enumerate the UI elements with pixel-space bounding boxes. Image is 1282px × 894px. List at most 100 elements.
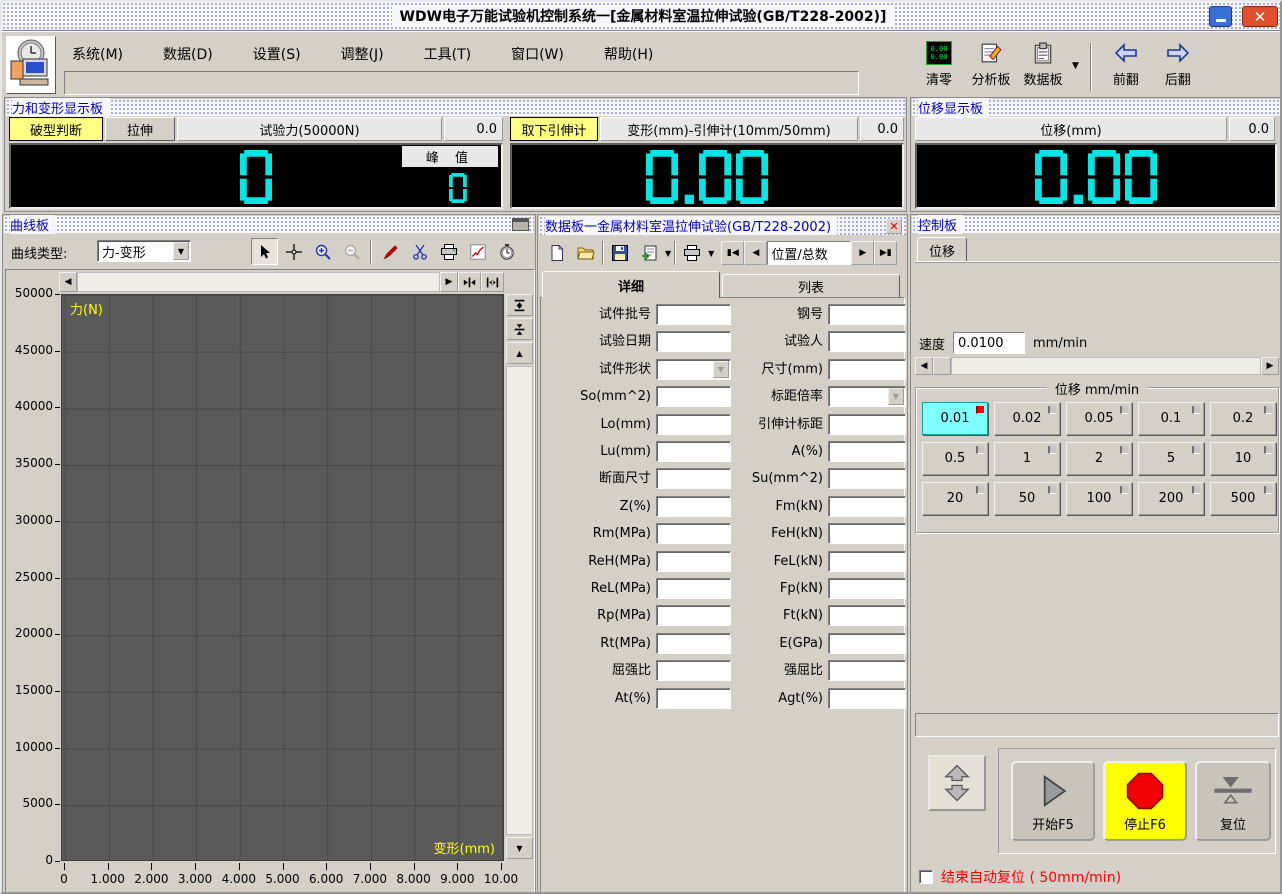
slider-thumb[interactable] — [933, 357, 951, 375]
title-bar[interactable]: WDW电子万能试验机控制系统一[金属材料室温拉伸试验(GB/T228-2002)… — [2, 2, 1282, 31]
form-input[interactable] — [828, 414, 906, 435]
form-input[interactable] — [828, 633, 906, 654]
peak-value-button[interactable]: 峰 值 — [401, 145, 499, 168]
speed-button-1[interactable]: 1 — [994, 442, 1060, 475]
cut-tool-button[interactable] — [406, 238, 433, 265]
data-board-button[interactable]: 数据板 — [1017, 39, 1069, 88]
fit-horizontal-compress-button[interactable] — [458, 272, 481, 292]
form-input[interactable] — [656, 605, 731, 626]
boards-dropdown-arrow-icon[interactable]: ▼ — [1069, 61, 1082, 71]
speed-button-0.1[interactable]: 0.1 — [1138, 402, 1204, 435]
menu-item[interactable]: 数据(D) — [163, 44, 213, 64]
slider-left-arrow-icon[interactable]: ◀ — [915, 357, 933, 375]
form-input[interactable] — [828, 496, 906, 517]
menu-item[interactable]: 系统(M) — [72, 44, 123, 64]
stop-button[interactable]: 停止F6 — [1103, 761, 1187, 841]
scroll-down-icon[interactable]: ▼ — [506, 837, 533, 859]
slider-track[interactable] — [951, 357, 1261, 375]
form-input[interactable] — [656, 688, 731, 709]
speed-button-50[interactable]: 50 — [994, 482, 1060, 515]
menu-item[interactable]: 调整(J) — [341, 44, 384, 64]
form-input[interactable] — [656, 441, 731, 462]
prev-record-button[interactable]: ◀ — [744, 241, 767, 265]
clear-zero-button[interactable]: 0.000.00 清零 — [913, 39, 965, 88]
form-input[interactable] — [656, 386, 731, 407]
zoom-out-button[interactable] — [338, 238, 365, 265]
first-record-button[interactable]: ▮◀ — [721, 241, 744, 265]
speed-button-0.05[interactable]: 0.05 — [1066, 402, 1132, 435]
zoom-in-button[interactable] — [309, 238, 336, 265]
tension-button[interactable]: 拉伸 — [105, 117, 175, 141]
start-button[interactable]: 开始F5 — [1011, 761, 1095, 841]
tab-displacement[interactable]: 位移 — [917, 237, 967, 262]
chart-plot[interactable]: 力(N) 变形(mm) — [61, 294, 504, 861]
timer-button[interactable] — [493, 238, 520, 265]
speed-button-10[interactable]: 10 — [1210, 442, 1276, 475]
remove-extensometer-button[interactable]: 取下引伸计 — [510, 117, 598, 141]
minimize-button[interactable] — [1209, 6, 1232, 27]
page-next-button[interactable]: 后翻 — [1152, 39, 1204, 88]
speed-button-0.5[interactable]: 0.5 — [922, 442, 988, 475]
form-input[interactable] — [828, 551, 906, 572]
speed-button-0.01[interactable]: 0.01 — [922, 402, 988, 435]
new-file-button[interactable] — [544, 240, 570, 266]
chart-hscrollbar[interactable]: ◀ ▶ — [59, 272, 504, 292]
print-curve-button[interactable] — [435, 238, 462, 265]
page-prev-button[interactable]: 前翻 — [1100, 39, 1152, 88]
chevron-down-icon[interactable]: ▼ — [713, 361, 729, 378]
show-curve-button[interactable] — [464, 238, 491, 265]
save-button[interactable] — [607, 240, 633, 266]
form-input[interactable] — [656, 468, 731, 489]
panel-restore-icon[interactable] — [512, 218, 529, 231]
menu-item[interactable]: 窗口(W) — [511, 44, 564, 64]
pen-tool-button[interactable] — [377, 238, 404, 265]
speed-button-2[interactable]: 2 — [1066, 442, 1132, 475]
speed-button-0.2[interactable]: 0.2 — [1210, 402, 1276, 435]
print-button[interactable] — [679, 240, 705, 266]
speed-button-100[interactable]: 100 — [1066, 482, 1132, 515]
form-input[interactable] — [828, 441, 906, 462]
speed-button-0.02[interactable]: 0.02 — [994, 402, 1060, 435]
curve-type-select[interactable]: 力-变形 ▼ — [97, 240, 191, 262]
export-report-button[interactable] — [636, 240, 662, 266]
scroll-up-icon[interactable]: ▲ — [506, 342, 533, 364]
form-input[interactable] — [656, 578, 731, 599]
app-logo-icon[interactable] — [6, 36, 56, 94]
fit-vertical-compress-button[interactable] — [506, 318, 533, 340]
speed-input[interactable] — [953, 332, 1025, 354]
form-input[interactable] — [828, 304, 906, 325]
crosshair-tool-button[interactable] — [280, 238, 307, 265]
vscroll-track[interactable] — [506, 366, 533, 835]
speed-button-500[interactable]: 500 — [1210, 482, 1276, 515]
print-dropdown-arrow-icon[interactable]: ▼ — [708, 249, 714, 258]
export-dropdown-arrow-icon[interactable]: ▼ — [665, 249, 671, 258]
form-input[interactable] — [828, 468, 906, 489]
data-panel-close-icon[interactable]: ✕ — [886, 219, 902, 234]
break-judge-button[interactable]: 破型判断 — [9, 117, 103, 141]
menu-item[interactable]: 工具(T) — [424, 44, 471, 64]
form-input[interactable] — [656, 304, 731, 325]
form-input[interactable] — [828, 578, 906, 599]
form-input[interactable] — [828, 688, 906, 709]
hscroll-track[interactable] — [77, 272, 440, 292]
open-file-button[interactable] — [573, 240, 599, 266]
next-record-button[interactable]: ▶ — [851, 241, 874, 265]
speed-button-20[interactable]: 20 — [922, 482, 988, 515]
form-input[interactable] — [656, 633, 731, 654]
auto-reset-checkbox[interactable] — [919, 870, 933, 884]
form-input[interactable] — [656, 414, 731, 435]
slider-right-arrow-icon[interactable]: ▶ — [1261, 357, 1279, 375]
menu-item[interactable]: 帮助(H) — [604, 44, 653, 64]
last-record-button[interactable]: ▶▮ — [874, 241, 897, 265]
form-input[interactable] — [656, 551, 731, 572]
speed-button-200[interactable]: 200 — [1138, 482, 1204, 515]
form-input[interactable] — [656, 523, 731, 544]
form-input[interactable] — [828, 359, 906, 380]
pointer-tool-button[interactable] — [251, 238, 278, 265]
chevron-down-icon[interactable]: ▼ — [888, 388, 904, 405]
form-input[interactable] — [656, 496, 731, 517]
jog-up-down-button[interactable] — [928, 755, 986, 811]
analysis-board-button[interactable]: 分析板 — [965, 39, 1017, 88]
form-combobox[interactable]: ▼ — [656, 359, 731, 380]
chevron-down-icon[interactable]: ▼ — [173, 242, 189, 260]
